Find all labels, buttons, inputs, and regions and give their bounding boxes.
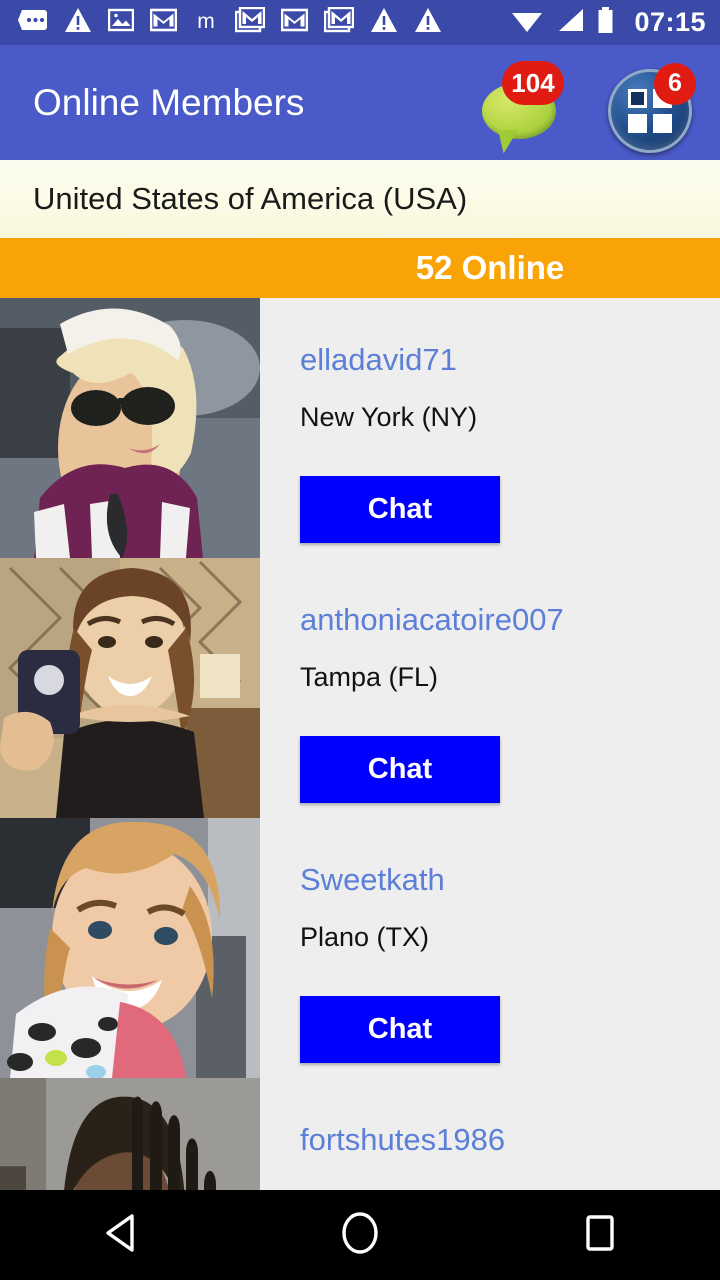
warning-triangle-icon — [64, 7, 92, 38]
profile-photo-sweetkath[interactable] — [0, 818, 260, 1078]
app-bar-actions: 104 6 — [478, 57, 720, 153]
gmail-icon — [149, 8, 178, 37]
online-count-label: 52 Online — [415, 249, 565, 286]
member-list[interactable]: elladavid71 New York (NY) Chat anthoniac… — [0, 298, 720, 1190]
member-username[interactable]: Sweetkath — [300, 862, 445, 898]
profile-photo-anthoniacatoire007[interactable] — [0, 558, 260, 818]
chat-button[interactable]: Chat — [300, 736, 500, 803]
gmail-stack-icon — [234, 6, 266, 38]
country-banner[interactable]: United States of America (USA) — [0, 160, 720, 238]
cellular-signal-icon — [555, 7, 585, 38]
profile-photo-fortshutes1986[interactable] — [0, 1078, 260, 1190]
member-username[interactable]: fortshutes1986 — [300, 1122, 505, 1158]
app-bar: Online Members 104 6 — [0, 45, 720, 160]
member-info: anthoniacatoire007 Tampa (FL) Chat — [260, 558, 720, 818]
member-info: Sweetkath Plano (TX) Chat — [260, 818, 720, 1078]
gmail-stack-icon-2 — [323, 6, 355, 38]
svg-text:m: m — [197, 10, 215, 32]
wifi-icon — [511, 7, 543, 38]
back-triangle-icon — [102, 1213, 138, 1258]
chat-button[interactable]: Chat — [300, 996, 500, 1063]
home-circle-icon — [340, 1211, 380, 1260]
battery-icon — [597, 6, 614, 39]
gmail-icon-2 — [280, 8, 309, 37]
page-title: Online Members — [33, 81, 305, 123]
image-icon — [107, 7, 135, 38]
profile-photo-elladavid71[interactable] — [0, 298, 260, 558]
recents-square-icon — [582, 1213, 618, 1258]
member-location: Plano (TX) — [300, 922, 430, 952]
menu-button[interactable]: 6 — [606, 57, 696, 153]
status-bar-notification-icons: m — [18, 6, 511, 38]
warning-triangle-icon-3 — [414, 7, 442, 38]
table-row[interactable]: elladavid71 New York (NY) Chat — [0, 298, 720, 558]
member-username[interactable]: anthoniacatoire007 — [300, 602, 564, 638]
status-bar: m 07:15 — [0, 0, 720, 45]
status-bar-clock: 07:15 — [634, 7, 706, 37]
app-screen: m 07:15 Online Members 104 6 United Stat… — [0, 0, 720, 1280]
android-nav-bar — [0, 1190, 720, 1280]
member-username[interactable]: elladavid71 — [300, 342, 457, 378]
m-letter-icon: m — [193, 8, 219, 37]
menu-badge: 6 — [654, 62, 696, 105]
online-count-bar: 52 Online — [0, 238, 720, 298]
home-button[interactable] — [300, 1190, 420, 1280]
message-dots-icon — [18, 8, 48, 37]
table-row[interactable]: Sweetkath Plano (TX) Chat — [0, 818, 720, 1078]
messages-badge: 104 — [502, 60, 564, 105]
member-info: fortshutes1986 — [260, 1078, 720, 1190]
recents-button[interactable] — [540, 1190, 660, 1280]
chat-button[interactable]: Chat — [300, 476, 500, 543]
member-location: New York (NY) — [300, 402, 478, 432]
member-location: Tampa (FL) — [300, 662, 439, 692]
table-row[interactable]: anthoniacatoire007 Tampa (FL) Chat — [0, 558, 720, 818]
member-info: elladavid71 New York (NY) Chat — [260, 298, 720, 558]
country-label: United States of America (USA) — [33, 181, 468, 216]
table-row[interactable]: fortshutes1986 — [0, 1078, 720, 1190]
warning-triangle-icon-2 — [370, 7, 398, 38]
back-button[interactable] — [60, 1190, 180, 1280]
messages-button[interactable]: 104 — [478, 57, 564, 149]
status-bar-system-icons: 07:15 — [511, 6, 706, 39]
